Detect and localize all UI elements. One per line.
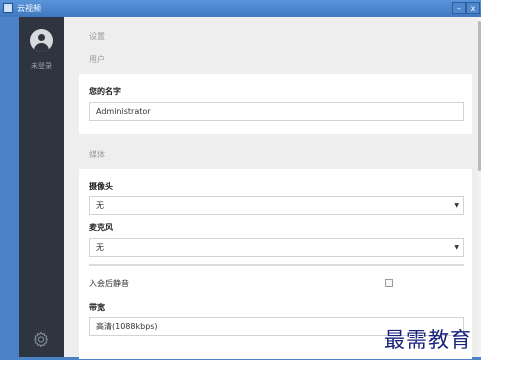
- app-icon: [3, 3, 13, 13]
- mic-label: 麦克风: [89, 223, 113, 232]
- scrollbar[interactable]: [478, 17, 481, 357]
- bandwidth-label: 带宽: [89, 303, 105, 312]
- chevron-down-icon: ▼: [454, 244, 459, 251]
- window-title: 云视频: [17, 4, 41, 13]
- name-label: 您的名字: [89, 87, 121, 96]
- scroll-thumb[interactable]: [478, 21, 481, 171]
- close-button[interactable]: x: [466, 2, 480, 14]
- gear-icon[interactable]: [33, 331, 49, 347]
- mute-on-join-checkbox[interactable]: [385, 279, 393, 287]
- user-card: 您的名字 Administrator: [79, 74, 472, 134]
- sidebar: 未登录: [19, 17, 64, 357]
- user-section-title: 用户: [89, 55, 105, 64]
- user-avatar-icon[interactable]: [30, 29, 53, 52]
- login-status-label[interactable]: 未登录: [19, 61, 64, 71]
- chevron-down-icon: ▼: [454, 202, 459, 209]
- camera-value: 无: [96, 201, 104, 210]
- mute-on-join-label: 入会后静音: [89, 279, 129, 288]
- camera-select[interactable]: 无 ▼: [89, 196, 464, 215]
- divider: [89, 264, 464, 266]
- watermark-text: 最需教育: [384, 328, 472, 352]
- mic-value: 无: [96, 243, 104, 252]
- name-input[interactable]: Administrator: [89, 102, 464, 121]
- camera-label: 摄像头: [89, 182, 113, 191]
- title-bar: 云视频 – x: [0, 0, 481, 17]
- media-section-title: 媒体: [89, 150, 105, 159]
- mic-select[interactable]: 无 ▼: [89, 238, 464, 257]
- settings-header: 设置: [89, 32, 105, 41]
- settings-panel: 设置 用户 您的名字 Administrator 媒体 摄像头 无 ▼ 麦克风 …: [64, 17, 478, 359]
- minimize-button[interactable]: –: [452, 2, 466, 14]
- bandwidth-value: 高清(1088kbps): [96, 322, 158, 331]
